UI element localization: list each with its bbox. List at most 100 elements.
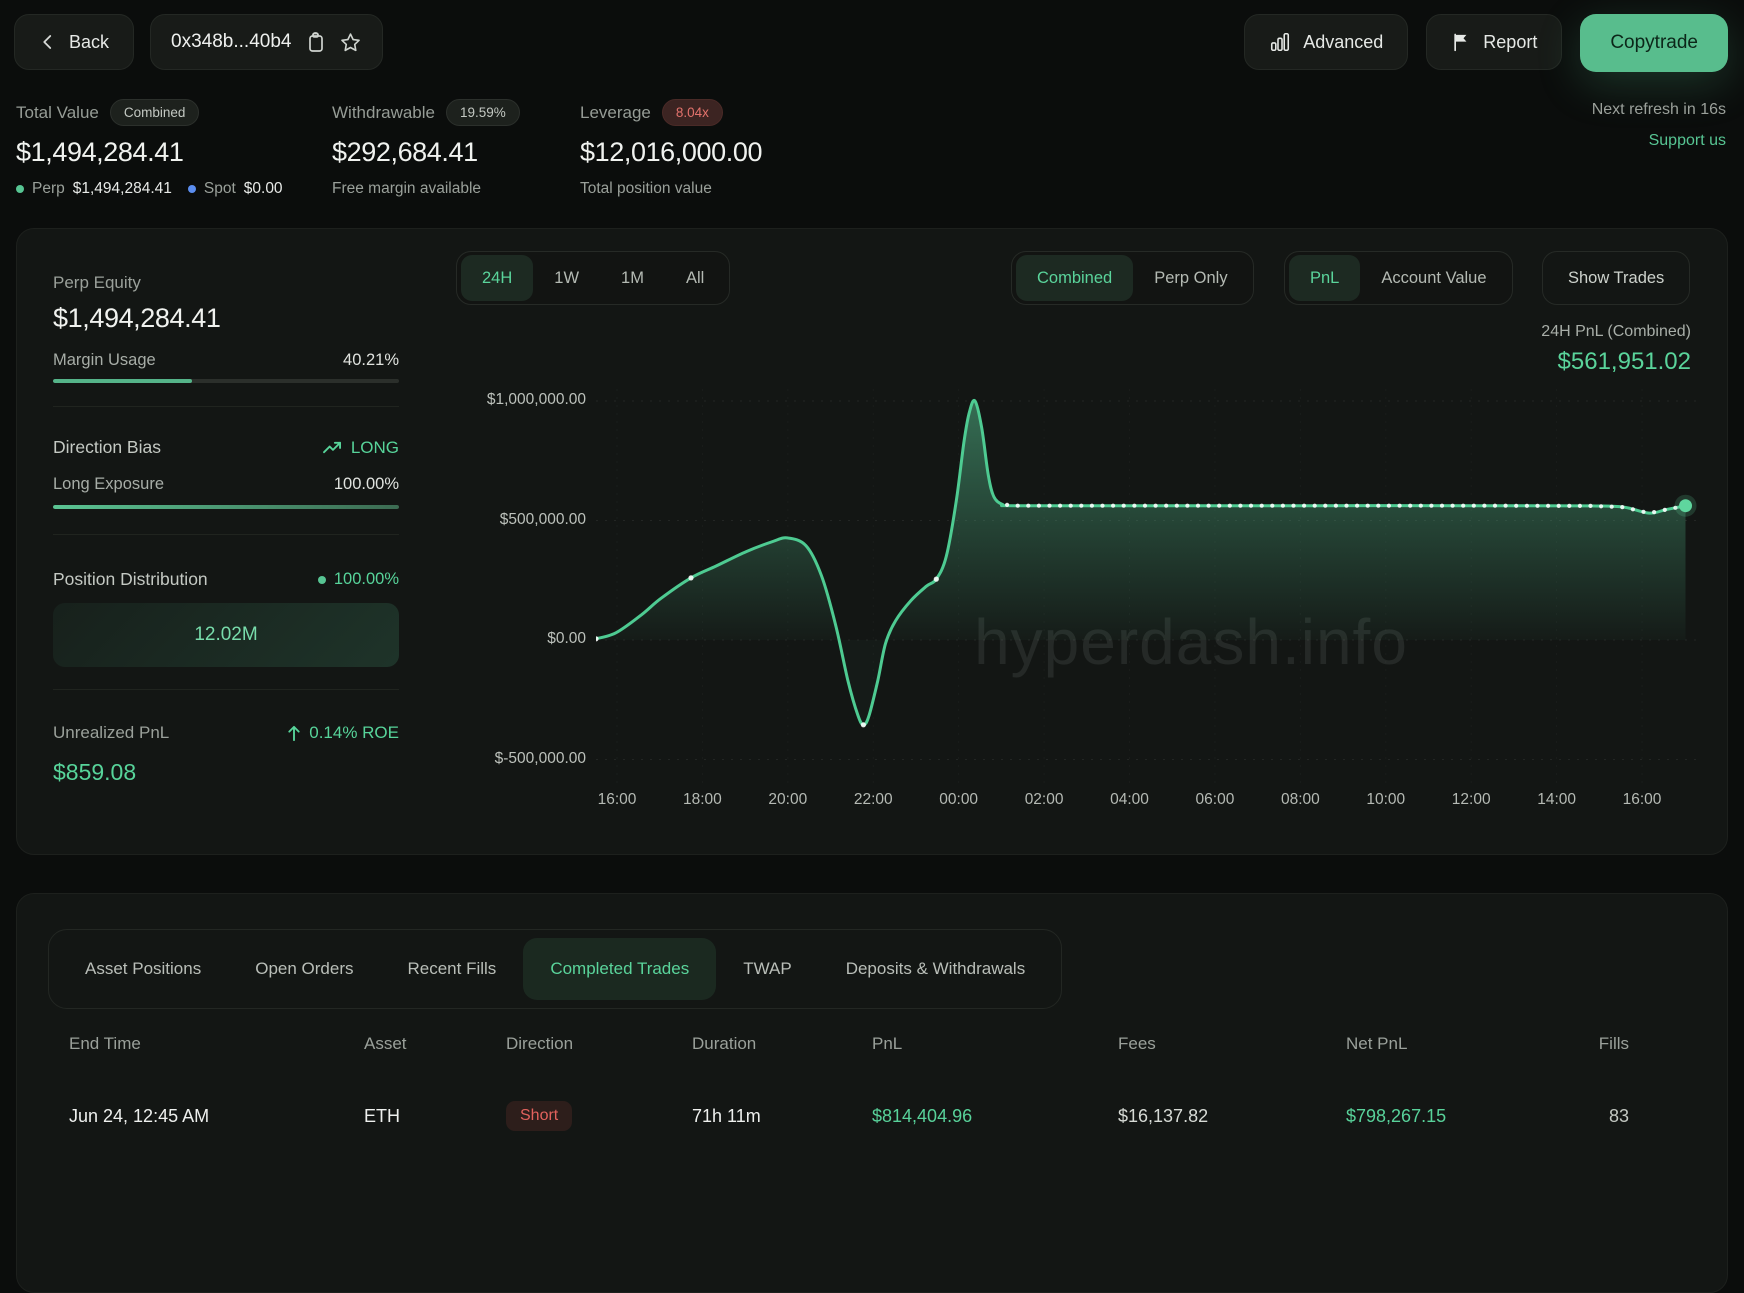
report-button[interactable]: Report	[1426, 14, 1562, 70]
y-tick-label: $500,000.00	[386, 511, 586, 529]
chart-area: $1,000,000.00$500,000.00$0.00$-500,000.0…	[17, 381, 1729, 826]
advanced-label: Advanced	[1303, 32, 1383, 53]
metric-option-pnl[interactable]: PnL	[1289, 255, 1360, 301]
header-net-pnl: Net PnL	[1346, 1034, 1590, 1054]
address-text: 0x348b...40b4	[171, 31, 291, 53]
stat-total-value: Total Value Combined $1,494,284.41 Perp …	[16, 99, 283, 198]
header-end-time: End Time	[69, 1034, 364, 1054]
scope-toggle: Combined Perp Only	[1011, 251, 1254, 305]
chevron-left-icon	[39, 33, 57, 51]
withdrawable-amount: $292,684.41	[332, 137, 520, 168]
perp-equity-value: $1,494,284.41	[53, 303, 399, 334]
back-button[interactable]: Back	[14, 14, 134, 70]
copy-icon[interactable]	[305, 31, 325, 53]
x-tick-label: 18:00	[662, 791, 742, 809]
range-tabs: 24H 1W 1M All	[456, 251, 730, 305]
pnl-summary-value: $561,951.02	[1558, 348, 1691, 376]
leverage-amount: $12,016,000.00	[580, 137, 762, 168]
pnl-chart-svg	[596, 381, 1701, 801]
stat-label: Leverage	[580, 103, 651, 123]
stat-label: Withdrawable	[332, 103, 435, 123]
perp-label: Perp	[32, 180, 65, 198]
tab-recent-fills[interactable]: Recent Fills	[381, 938, 524, 1000]
y-tick-label: $1,000,000.00	[386, 391, 586, 409]
x-tick-label: 20:00	[748, 791, 828, 809]
cell-duration: 71h 11m	[692, 1092, 872, 1140]
x-axis-labels: 16:0018:0020:0022:0000:0002:0004:0006:00…	[596, 791, 1701, 813]
x-tick-label: 02:00	[1004, 791, 1084, 809]
overview-panel: Perp Equity $1,494,284.41 Margin Usage 4…	[16, 228, 1728, 855]
tab-open-orders[interactable]: Open Orders	[228, 938, 380, 1000]
tab-deposits-withdrawals[interactable]: Deposits & Withdrawals	[819, 938, 1053, 1000]
x-tick-label: 16:00	[577, 791, 657, 809]
address-pill[interactable]: 0x348b...40b4	[150, 14, 383, 70]
header-pnl: PnL	[872, 1034, 1118, 1054]
back-label: Back	[69, 32, 109, 53]
perp-value: $1,494,284.41	[73, 180, 172, 198]
y-tick-label: $0.00	[386, 630, 586, 648]
metric-toggle: PnL Account Value	[1284, 251, 1513, 305]
tab-completed-trades[interactable]: Completed Trades	[523, 938, 716, 1000]
withdrawable-sub: Free margin available	[332, 180, 481, 198]
star-icon[interactable]	[339, 31, 362, 54]
support-us-link[interactable]: Support us	[1592, 132, 1726, 150]
show-trades-button[interactable]: Show Trades	[1542, 251, 1690, 305]
cell-end-time: Jun 24, 12:45 AM	[69, 1092, 364, 1140]
copytrade-label: Copytrade	[1610, 32, 1698, 54]
cell-fills: 83	[1590, 1092, 1629, 1140]
x-tick-label: 22:00	[833, 791, 913, 809]
refresh-status: Next refresh in 16s	[1592, 101, 1726, 119]
spot-value: $0.00	[244, 180, 283, 198]
range-tab-24h[interactable]: 24H	[461, 255, 533, 301]
cell-net-pnl: $798,267.15	[1346, 1092, 1590, 1140]
x-tick-label: 14:00	[1517, 791, 1597, 809]
bottom-tabs: Asset Positions Open Orders Recent Fills…	[48, 929, 1062, 1009]
range-tab-1m[interactable]: 1M	[600, 255, 665, 301]
combined-badge: Combined	[110, 99, 200, 126]
copytrade-button[interactable]: Copytrade	[1580, 14, 1728, 72]
header-fees: Fees	[1118, 1034, 1346, 1054]
x-tick-label: 16:00	[1602, 791, 1682, 809]
cell-direction: Short	[506, 1092, 692, 1140]
x-tick-label: 00:00	[919, 791, 999, 809]
x-tick-label: 12:00	[1431, 791, 1511, 809]
x-tick-label: 10:00	[1346, 791, 1426, 809]
cell-pnl: $814,404.96	[872, 1092, 1118, 1140]
report-label: Report	[1483, 32, 1537, 53]
margin-usage-value: 40.21%	[343, 351, 399, 370]
spot-dot	[188, 185, 196, 193]
trade-row[interactable]: Jun 24, 12:45 AM ETH Short 71h 11m $814,…	[17, 1092, 1729, 1140]
stat-withdrawable: Withdrawable 19.59% $292,684.41 Free mar…	[332, 99, 520, 198]
range-tab-1w[interactable]: 1W	[533, 255, 600, 301]
chart-watermark: hyperdash.info	[741, 605, 1641, 679]
pnl-summary-label: 24H PnL (Combined)	[1541, 323, 1691, 341]
stat-leverage: Leverage 8.04x $12,016,000.00 Total posi…	[580, 99, 762, 198]
withdrawable-pct-badge: 19.59%	[446, 99, 520, 126]
leverage-sub: Total position value	[580, 180, 712, 198]
tab-asset-positions[interactable]: Asset Positions	[58, 938, 228, 1000]
stat-label: Total Value	[16, 103, 99, 123]
trades-panel: Asset Positions Open Orders Recent Fills…	[16, 893, 1728, 1293]
bar-chart-icon	[1269, 31, 1291, 53]
metric-option-account-value[interactable]: Account Value	[1360, 255, 1507, 301]
header-direction: Direction	[506, 1034, 692, 1054]
range-tab-all[interactable]: All	[665, 255, 725, 301]
x-tick-label: 08:00	[1260, 791, 1340, 809]
spot-label: Spot	[204, 180, 236, 198]
header-fills: Fills	[1590, 1034, 1629, 1054]
tab-twap[interactable]: TWAP	[716, 938, 818, 1000]
total-value-amount: $1,494,284.41	[16, 137, 283, 168]
x-tick-label: 06:00	[1175, 791, 1255, 809]
advanced-button[interactable]: Advanced	[1244, 14, 1408, 70]
leverage-badge: 8.04x	[662, 99, 723, 126]
header-asset: Asset	[364, 1034, 506, 1054]
cell-fees: $16,137.82	[1118, 1092, 1346, 1140]
margin-usage-label: Margin Usage	[53, 351, 156, 370]
header-duration: Duration	[692, 1034, 872, 1054]
topbar-right: Advanced Report Copytrade	[1244, 14, 1728, 72]
scope-option-perp-only[interactable]: Perp Only	[1133, 255, 1248, 301]
scope-option-combined[interactable]: Combined	[1016, 255, 1133, 301]
topbar-left: Back 0x348b...40b4	[14, 14, 383, 70]
cell-asset: ETH	[364, 1092, 506, 1140]
perp-equity-label: Perp Equity	[53, 273, 399, 293]
